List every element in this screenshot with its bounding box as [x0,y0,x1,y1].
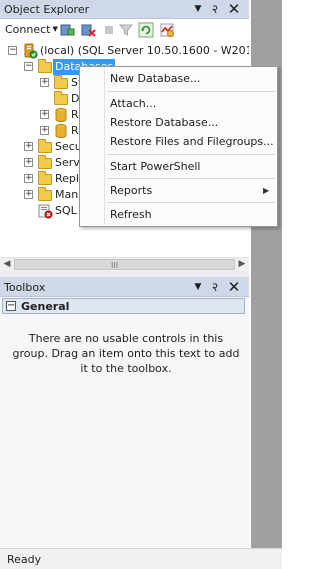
status-text: Ready [7,553,42,566]
pin-icon[interactable]: २ [207,1,223,17]
replication-label: Repli [55,172,83,185]
menu-separator [107,178,275,179]
activity-monitor-icon[interactable] [159,22,175,38]
menu-separator [107,91,275,92]
connect-dropdown-icon: ▼ [52,25,58,33]
menu-item-attach[interactable]: Attach... [110,97,156,110]
close-icon[interactable]: ✕ [226,1,242,17]
scroll-left-icon[interactable]: ◀ [0,258,14,272]
connect-object-icon[interactable] [59,22,75,38]
tree-node-server[interactable]: − (local) (SQL Server 10.50.1600 - W2012… [0,43,249,59]
menu-item-reports[interactable]: Reports [110,184,152,197]
close-icon[interactable]: ✕ [226,279,242,295]
database-icon [55,124,67,138]
collapse-icon[interactable]: − [6,301,16,311]
scrollbar-grip: III [111,261,119,270]
object-explorer-titlebar: Object Explorer ▼ २ ✕ [0,0,249,19]
server-icon [24,43,38,59]
toolbox-titlebar: Toolbox ▼ २ ✕ [0,277,249,297]
menu-item-refresh[interactable]: Refresh [110,208,152,221]
window-position-dropdown-icon[interactable]: ▼ [190,279,206,295]
folder-icon [38,139,52,153]
menu-item-new-database[interactable]: New Database... [110,72,200,85]
collapse-icon[interactable]: − [8,46,17,55]
toolbox-tab-general[interactable]: − General [2,298,245,314]
object-explorer-toolbar: Connect ▼ [0,19,249,43]
expand-icon[interactable]: + [24,174,33,183]
menu-item-restore-files[interactable]: Restore Files and Filegroups... [110,135,274,148]
menu-separator [107,202,275,203]
menu-separator [107,154,275,155]
folder-icon [38,171,52,185]
menu-gutter [104,69,105,225]
folder-icon [38,187,52,201]
expand-icon[interactable]: + [24,158,33,167]
status-bar: Ready [0,548,282,569]
submenu-arrow-icon: ▶ [263,186,270,195]
toolbox-body: − General There are no usable controls i… [0,297,249,548]
connect-label: Connect [5,23,51,36]
connect-button[interactable]: Connect ▼ [5,23,58,36]
expand-icon[interactable]: + [40,110,49,119]
database-label: R [71,124,79,137]
expand-icon[interactable]: + [24,142,33,151]
window-position-dropdown-icon[interactable]: ▼ [190,1,206,17]
menu-item-start-powershell[interactable]: Start PowerShell [110,160,200,173]
scroll-right-icon[interactable]: ▶ [235,258,249,272]
expand-icon[interactable]: + [40,78,49,87]
horizontal-scrollbar[interactable]: ◀ III ▶ [0,257,249,271]
scrollbar-thumb[interactable]: III [14,259,235,270]
expand-icon[interactable]: + [40,126,49,135]
context-menu: New Database... Attach... Restore Databa… [79,66,278,227]
folder-icon [38,155,52,169]
toolbox-empty-message: There are no usable controls in this gro… [12,332,240,375]
stop-icon[interactable] [101,22,117,38]
folder-icon [54,75,68,89]
folder-icon [54,91,68,105]
database-label: R [71,108,79,121]
menu-item-restore-database[interactable]: Restore Database... [110,116,218,129]
toolbox-title: Toolbox [4,281,46,294]
toolbox-tab-label: General [21,300,70,313]
filter-icon[interactable] [118,22,134,38]
folder-icon [38,59,52,73]
database-icon [55,108,67,122]
object-explorer-title: Object Explorer [4,3,90,16]
pin-icon[interactable]: २ [207,279,223,295]
expand-icon[interactable]: + [24,190,33,199]
disconnect-icon[interactable] [80,22,96,38]
sql-agent-icon [38,204,53,219]
server-label: (local) (SQL Server 10.50.1600 - W2012-O… [40,44,249,57]
collapse-icon[interactable]: − [24,62,33,71]
refresh-icon[interactable] [138,22,154,38]
